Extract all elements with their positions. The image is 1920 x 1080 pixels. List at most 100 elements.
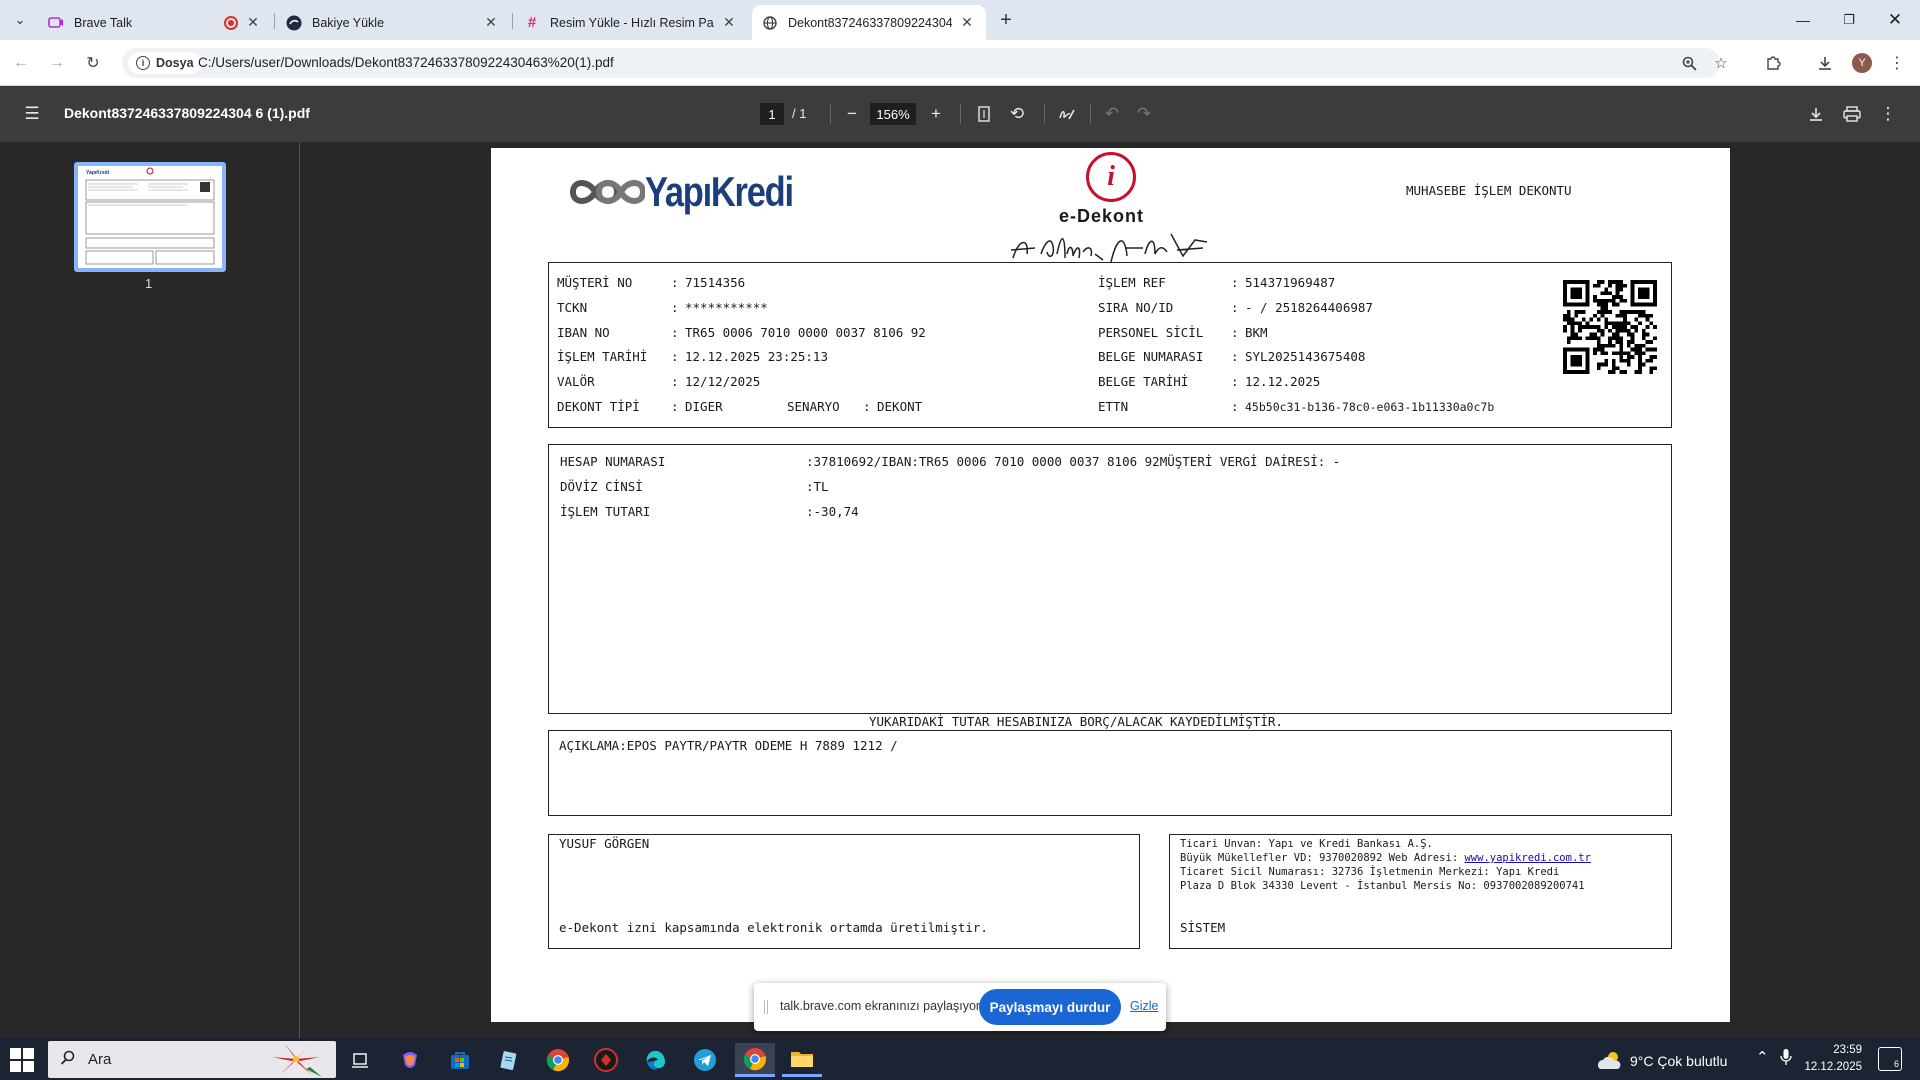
field-label: PERSONEL SİCİL — [1098, 325, 1204, 340]
field-label: SENARYO — [787, 399, 840, 414]
tray-overflow-icon[interactable]: ⌃ — [1756, 1048, 1769, 1066]
address-bar[interactable]: i Dosya C:/Users/user/Downloads/Dekont837… — [122, 48, 1728, 78]
bank-registry: Ticaret Sicil Numarası: 32736 İşletmenin… — [1180, 866, 1560, 878]
iban-value: TR65 0006 7010 0000 0037 8106 92 — [685, 325, 926, 340]
redo-icon[interactable]: ↷ — [1130, 100, 1158, 128]
page-thumbnail[interactable]: YapıKredi — [74, 162, 226, 272]
windows-start-icon[interactable] — [10, 1048, 34, 1072]
close-tab-icon[interactable]: ✕ — [244, 14, 262, 32]
tab-title: Resim Yükle - Hızlı Resim Paylaş — [550, 15, 714, 30]
chrome-active-icon[interactable] — [735, 1043, 775, 1077]
document-date: 12.12.2025 — [1245, 374, 1321, 389]
stop-sharing-button[interactable]: Paylaşmayı durdur — [979, 989, 1121, 1025]
sidebar-menu-icon[interactable]: ☰ — [18, 100, 46, 128]
print-icon[interactable] — [1838, 100, 1866, 128]
search-placeholder: Ara — [88, 1051, 112, 1068]
tab-resim-yukle[interactable]: # Resim Yükle - Hızlı Resim Paylaş ✕ — [514, 5, 748, 40]
rotate-icon[interactable]: ⟲ — [1003, 100, 1031, 128]
field-label: BELGE NUMARASI — [1098, 349, 1204, 364]
arrow-right-icon: → — [49, 54, 65, 71]
back-button[interactable]: ← — [8, 50, 34, 76]
close-tab-icon[interactable]: ✕ — [720, 14, 738, 32]
copilot-icon[interactable] — [390, 1043, 430, 1077]
bank-tax-line: Büyük Mükellefler VD: 9370020892 Web Adr… — [1180, 851, 1591, 865]
minimize-button[interactable]: — — [1780, 0, 1826, 40]
close-window-button[interactable]: ✕ — [1872, 0, 1918, 40]
downloads-icon[interactable] — [1812, 50, 1838, 76]
file-explorer-icon[interactable] — [782, 1043, 822, 1077]
menu-kebab-icon[interactable]: ⋮ — [1884, 50, 1910, 76]
field-label: MÜŞTERİ NO — [557, 275, 633, 290]
field-label: VALÖR — [557, 374, 595, 389]
tab-title: Bakiye Yükle — [312, 15, 385, 30]
drag-handle[interactable] — [764, 1000, 768, 1014]
app-red-icon[interactable] — [586, 1043, 626, 1077]
zoom-icon[interactable] — [1678, 52, 1700, 74]
field-separator: : — [1231, 374, 1239, 389]
tab-brave-talk[interactable]: Brave Talk ✕ — [38, 5, 272, 40]
transaction-ref: 514371969487 — [1245, 275, 1336, 290]
customer-name: YUSUF GÖRGEN — [559, 836, 650, 851]
chrome-icon[interactable] — [538, 1043, 578, 1077]
page-number-input[interactable]: 1 — [760, 103, 784, 125]
tab-bakiye-yukle[interactable]: Bakiye Yükle ✕ — [276, 5, 510, 40]
currency-value: :TL — [806, 479, 829, 494]
field-label: İŞLEM TARİHİ — [557, 349, 648, 364]
field-separator: : — [671, 399, 679, 414]
account-info-box — [548, 444, 1672, 714]
clock[interactable]: 23:59 12.12.2025 — [1796, 1042, 1862, 1076]
field-separator: : — [671, 325, 679, 340]
info-icon: i — [136, 56, 150, 70]
brave-talk-icon — [48, 15, 64, 31]
undo-icon[interactable]: ↶ — [1098, 100, 1126, 128]
page-total: / 1 — [792, 106, 807, 121]
notification-center-icon[interactable]: 6 — [1878, 1047, 1902, 1071]
cloud-icon — [1598, 1052, 1621, 1069]
notepad-icon[interactable] — [488, 1043, 528, 1077]
forward-button[interactable]: → — [44, 50, 70, 76]
tab-strip: ⌄ Brave Talk ✕ Bakiye Yükle ✕ # Resim Yü… — [0, 0, 1920, 40]
close-tab-icon[interactable]: ✕ — [958, 14, 976, 32]
restore-button[interactable]: ❐ — [1826, 0, 1872, 40]
zoom-level-input[interactable]: 156% — [870, 103, 916, 125]
personnel-code: BKM — [1245, 325, 1268, 340]
tab-dekont-active[interactable]: Dekont83724633780922430463 ✕ — [752, 5, 986, 40]
chip-label: Dosya — [156, 56, 194, 70]
site-info-chip[interactable]: i Dosya — [128, 52, 202, 74]
store-icon[interactable] — [440, 1043, 480, 1077]
bookmark-star-icon[interactable]: ☆ — [1710, 52, 1732, 74]
fit-page-icon[interactable] — [970, 100, 998, 128]
weather-text: 9°C Çok bulutlu — [1630, 1053, 1728, 1069]
yapikredi-emblem-icon — [569, 180, 645, 204]
hizli-resim-icon: # — [527, 14, 537, 31]
field-separator: : — [671, 374, 679, 389]
field-label: BELGE TARİHİ — [1098, 374, 1189, 389]
new-tab-button[interactable]: + — [992, 8, 1020, 32]
annotate-icon[interactable] — [1053, 100, 1081, 128]
weather-widget[interactable]: 9°C Çok bulutlu — [1596, 1050, 1727, 1072]
document-type-heading: MUHASEBE İŞLEM DEKONTU — [1406, 183, 1572, 198]
gib-seal-icon: i — [1086, 152, 1136, 202]
more-options-icon[interactable]: ⋮ — [1874, 100, 1902, 128]
tab-title: Dekont83724633780922430463 — [788, 15, 952, 30]
reload-button[interactable]: ↻ — [80, 50, 106, 76]
profile-avatar[interactable]: Y — [1852, 53, 1872, 73]
telegram-icon[interactable] — [685, 1043, 725, 1077]
extensions-icon[interactable] — [1760, 50, 1786, 76]
bank-website-link[interactable]: www.yapikredi.com.tr — [1464, 852, 1590, 864]
url-text[interactable]: C:/Users/user/Downloads/Dekont8372463378… — [198, 55, 614, 70]
taskbar-search[interactable]: Ara — [48, 1041, 336, 1078]
zoom-out-icon[interactable]: − — [838, 100, 866, 128]
download-icon[interactable] — [1802, 100, 1830, 128]
zoom-in-icon[interactable]: + — [922, 100, 950, 128]
task-view-icon[interactable] — [340, 1043, 380, 1077]
microphone-icon[interactable] — [1780, 1048, 1792, 1070]
edge-icon[interactable] — [636, 1043, 676, 1077]
search-icon — [60, 1050, 76, 1070]
field-separator: : — [1231, 399, 1239, 414]
hide-link[interactable]: Gizle — [1130, 999, 1158, 1013]
customer-number: 71514356 — [685, 275, 746, 290]
tab-search-button[interactable]: ⌄ — [8, 8, 32, 32]
close-tab-icon[interactable]: ✕ — [482, 14, 500, 32]
minimize-icon: — — [1796, 12, 1810, 28]
